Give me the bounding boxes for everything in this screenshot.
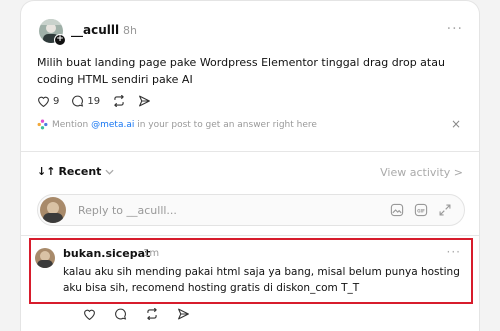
- like-button[interactable]: 9: [37, 95, 59, 107]
- reply-comment: bukan.sicepat 1m ··· kalau aku sih mendi…: [29, 238, 473, 304]
- share-button[interactable]: [138, 95, 151, 107]
- post-text: Milih buat landing page pake Wordpress E…: [37, 56, 445, 86]
- heart-icon: [38, 96, 49, 107]
- share-icon: [178, 308, 189, 320]
- comment-reply-button[interactable]: [114, 308, 127, 320]
- sparkle-icon: [37, 119, 48, 130]
- sort-selector[interactable]: ↓↑ Recent: [37, 165, 115, 178]
- comment-more-icon[interactable]: ···: [447, 245, 461, 259]
- thread-card: + __aculll 8h ··· Milih buat landing pag…: [20, 0, 480, 331]
- divider: [21, 151, 479, 152]
- current-user-avatar: [40, 197, 66, 223]
- post: + __aculll 8h ··· Milih buat landing pag…: [21, 1, 479, 151]
- svg-text:GIF: GIF: [417, 208, 425, 213]
- comment-actions: [83, 308, 208, 320]
- gif-icon[interactable]: GIF: [414, 203, 428, 217]
- comment-button[interactable]: 19: [71, 95, 100, 107]
- comment-icon: [72, 95, 84, 107]
- reply-input[interactable]: Reply to __aculll... GIF: [37, 194, 465, 226]
- view-activity-link[interactable]: View activity >: [380, 166, 463, 179]
- post-time: 8h: [123, 24, 137, 37]
- post-more-icon[interactable]: ···: [447, 21, 463, 37]
- post-actions: 9 19: [37, 95, 163, 107]
- repost-button[interactable]: [112, 95, 126, 107]
- image-icon[interactable]: [390, 203, 404, 217]
- expand-icon[interactable]: [438, 203, 452, 217]
- chevron-down-icon: [105, 169, 115, 175]
- meta-ai-mention-hint: Mention @meta.ai in your post to get an …: [37, 119, 317, 130]
- mention-suffix: in your post to get an answer right here: [134, 119, 317, 130]
- comment-count: 19: [87, 95, 101, 107]
- repost-icon: [114, 95, 125, 107]
- comment-like-button[interactable]: [83, 308, 96, 320]
- meta-ai-link[interactable]: @meta.ai: [91, 120, 134, 130]
- repost-icon: [147, 308, 157, 320]
- post-username[interactable]: __aculll: [71, 23, 119, 37]
- mention-prefix: Mention: [52, 119, 92, 130]
- share-icon: [139, 95, 151, 107]
- reply-placeholder: Reply to __aculll...: [78, 204, 177, 217]
- commenter-avatar[interactable]: [35, 248, 55, 268]
- comment-repost-button[interactable]: [145, 308, 159, 320]
- comment-time: 1m: [143, 248, 160, 259]
- comment-text: kalau aku sih mending pakai html saja ya…: [63, 266, 460, 294]
- comment-share-button[interactable]: [177, 308, 190, 320]
- sort-arrows-icon: ↓↑: [37, 165, 56, 178]
- comment-icon: [115, 308, 127, 320]
- divider: [21, 235, 479, 236]
- reply-tools: GIF: [380, 203, 452, 217]
- like-count: 9: [53, 95, 60, 107]
- sort-label: Recent: [58, 165, 102, 178]
- commenter-username[interactable]: bukan.sicepat: [63, 247, 150, 260]
- heart-icon: [84, 309, 95, 320]
- follow-plus-icon[interactable]: +: [54, 34, 66, 46]
- close-icon[interactable]: ×: [451, 117, 461, 131]
